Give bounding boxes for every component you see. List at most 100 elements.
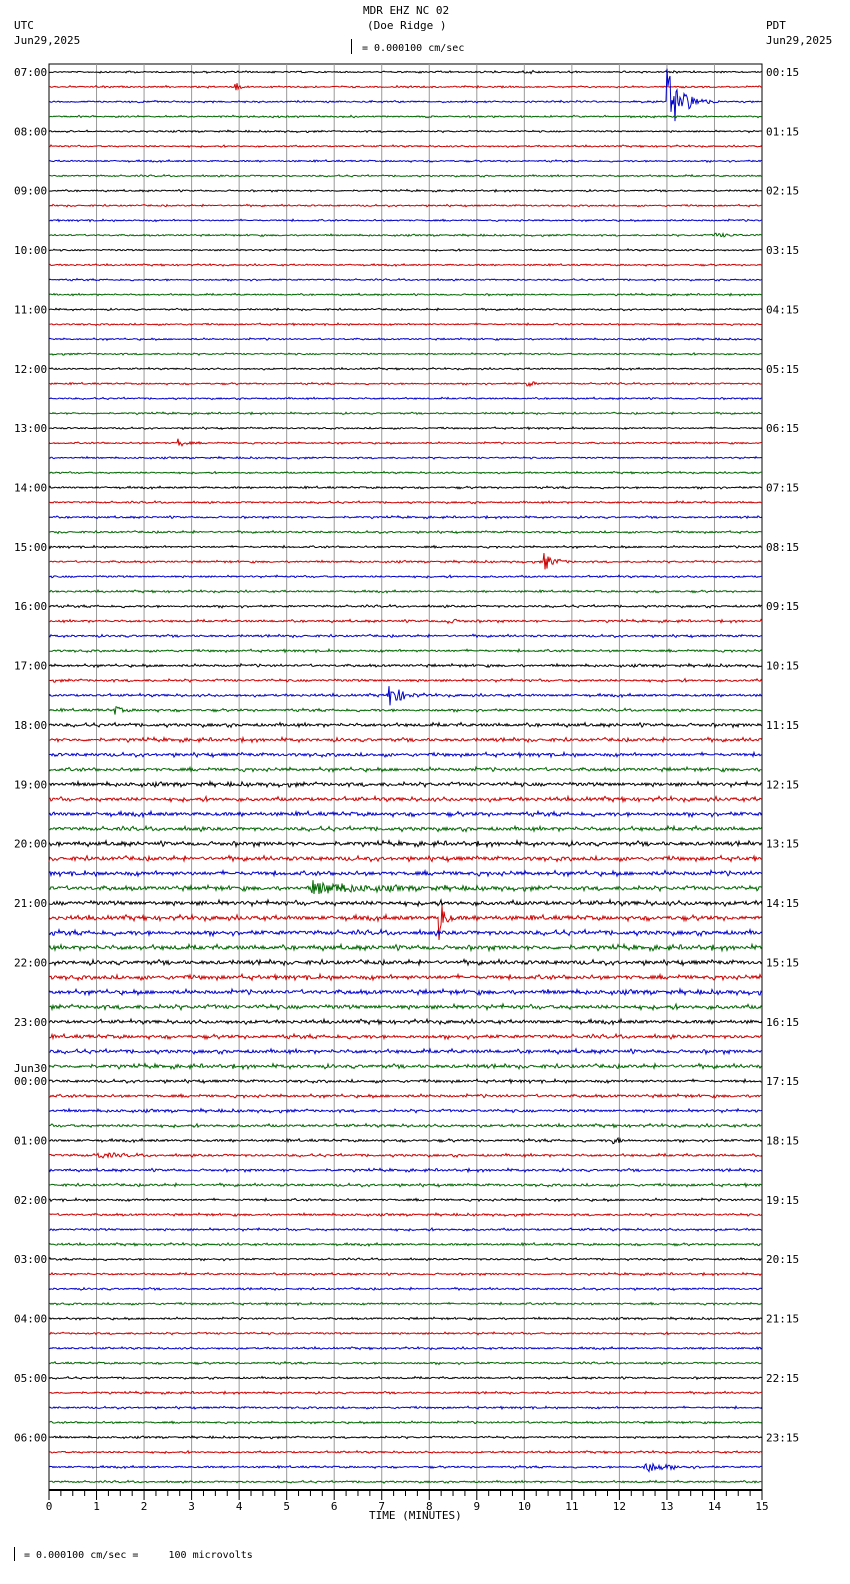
- pdt-hour-label: 04:15: [766, 303, 799, 316]
- trace-line: [48, 1301, 763, 1307]
- trace-line: [48, 500, 763, 505]
- pdt-hour-label: 06:15: [766, 422, 799, 435]
- trace-line: [48, 277, 762, 282]
- pdt-hour-label: 00:15: [766, 66, 799, 79]
- trace-line: [48, 603, 763, 609]
- trace-line: [48, 972, 763, 982]
- trace-line: [48, 1345, 763, 1351]
- trace-line: [49, 426, 763, 431]
- trace-line: [48, 351, 763, 356]
- footer-scale-text: = 0.000100 cm/sec = 100 microvolts: [24, 1550, 253, 1561]
- utc-hour-label: 11:00: [14, 303, 47, 316]
- utc-hour-label: 14:00: [14, 482, 47, 495]
- trace-line: [48, 69, 763, 75]
- utc-hour-label: 21:00: [14, 897, 47, 910]
- trace-line: [48, 1167, 763, 1174]
- trace-line: [48, 366, 763, 371]
- trace-line: [48, 514, 763, 520]
- trace-line: [48, 1107, 763, 1114]
- utc-hour-label: 15:00: [14, 541, 47, 554]
- utc-hour-label: 20:00: [14, 838, 47, 851]
- trace-line: [48, 1360, 763, 1366]
- utc-hour-label: 22:00: [14, 956, 47, 969]
- trace-line: [48, 144, 763, 149]
- pdt-hour-label: 13:15: [766, 838, 799, 851]
- pdt-hour-label: 16:15: [766, 1016, 799, 1029]
- trace-line: [48, 1316, 763, 1321]
- x-tick-label: 9: [473, 1500, 480, 1513]
- trace-line: [48, 750, 763, 759]
- trace-line: [48, 381, 763, 388]
- trace-line: [48, 1405, 763, 1411]
- pdt-hour-label: 21:15: [766, 1313, 799, 1326]
- trace-line: [48, 322, 763, 327]
- utc-hour-label: 16:00: [14, 600, 47, 613]
- pdt-hour-label: 08:15: [766, 541, 799, 554]
- pdt-hour-label: 23:15: [766, 1431, 799, 1444]
- trace-line: [48, 1479, 763, 1484]
- trace-line: [48, 1420, 763, 1425]
- pdt-hour-label: 11:15: [766, 719, 799, 732]
- trace-line: [48, 779, 763, 789]
- trace-line: [48, 574, 763, 579]
- utc-hour-label: 18:00: [14, 719, 47, 732]
- trace-line: [48, 438, 762, 447]
- date-change-label: Jun30: [14, 1062, 47, 1075]
- trace-line: [48, 470, 762, 475]
- trace-line: [48, 529, 763, 535]
- trace-line: [48, 1449, 763, 1455]
- utc-hour-label: 17:00: [14, 660, 47, 673]
- trace-line: [48, 633, 763, 639]
- trace-line: [48, 648, 763, 654]
- trace-line: [48, 1092, 763, 1099]
- trace-line: [48, 927, 763, 938]
- pdt-hour-label: 10:15: [766, 660, 799, 673]
- utc-hour-label: 05:00: [14, 1372, 47, 1385]
- trace-line: [48, 188, 763, 193]
- utc-hour-label: 13:00: [14, 422, 47, 435]
- pdt-hour-label: 14:15: [766, 897, 799, 910]
- x-tick-label: 1: [93, 1500, 100, 1513]
- trace-line: [48, 232, 763, 238]
- pdt-hour-label: 02:15: [766, 185, 799, 198]
- trace-line: [48, 262, 763, 267]
- trace-line: [48, 1462, 763, 1473]
- x-tick-label: 10: [518, 1500, 531, 1513]
- utc-hour-label: 08:00: [14, 125, 47, 138]
- trace-line: [48, 1197, 763, 1203]
- trace-line: [48, 411, 763, 416]
- pdt-hour-label: 19:15: [766, 1194, 799, 1207]
- trace-line: [48, 203, 763, 208]
- trace-line: [48, 1122, 763, 1129]
- trace-line: [48, 1017, 763, 1026]
- utc-hour-label: 23:00: [14, 1016, 47, 1029]
- pdt-hour-label: 17:15: [766, 1075, 799, 1088]
- utc-hour-label: 09:00: [14, 185, 47, 198]
- x-tick-label: 11: [565, 1500, 578, 1513]
- pdt-hour-label: 05:15: [766, 363, 799, 376]
- trace-line: [48, 1211, 763, 1218]
- trace-line: [48, 1002, 763, 1012]
- trace-line: [48, 159, 763, 164]
- x-tick-label: 14: [708, 1500, 722, 1513]
- trace-line: [48, 1182, 763, 1189]
- trace-line: [48, 114, 763, 119]
- trace-line: [48, 1271, 763, 1277]
- footer-scale-bar-icon: [14, 1547, 15, 1561]
- trace-line: [48, 396, 762, 401]
- utc-hour-label: 03:00: [14, 1253, 47, 1266]
- trace-line: [48, 173, 763, 178]
- utc-hour-label: 04:00: [14, 1313, 47, 1326]
- x-tick-label: 5: [283, 1500, 290, 1513]
- trace-line: [48, 1257, 763, 1262]
- x-tick-label: 15: [755, 1500, 768, 1513]
- utc-hour-label: 02:00: [14, 1194, 47, 1207]
- trace-line: [49, 218, 763, 223]
- pdt-hour-label: 18:15: [766, 1134, 799, 1147]
- x-tick-label: 6: [331, 1500, 338, 1513]
- plot-frame: [48, 63, 763, 1491]
- x-tick-label: 0: [46, 1500, 53, 1513]
- trace-line: [48, 83, 763, 91]
- trace-line: [48, 794, 763, 804]
- trace-line: [48, 618, 763, 625]
